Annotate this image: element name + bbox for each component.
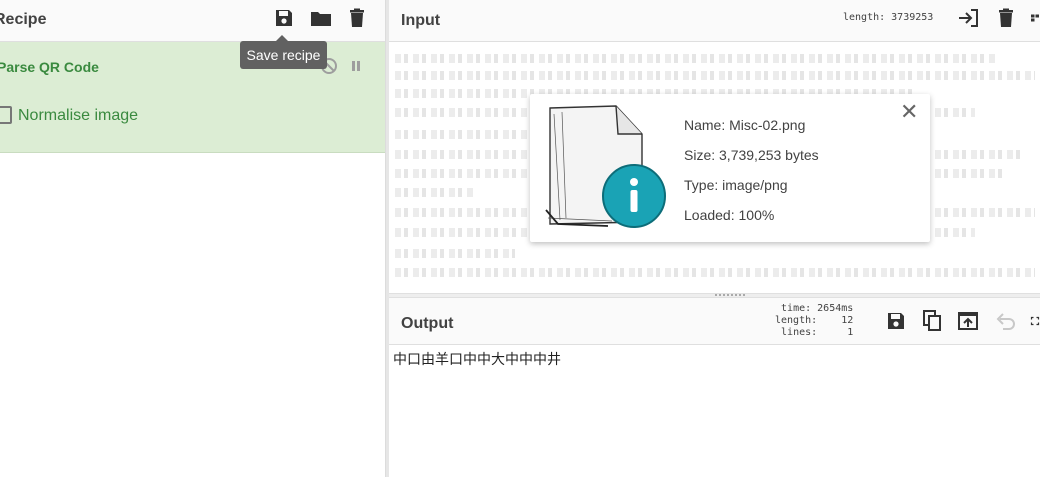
input-length-label: length: 3739253 <box>843 12 934 23</box>
output-length: length: 12 <box>775 315 854 326</box>
file-info-icon <box>538 100 673 239</box>
save-output-icon[interactable] <box>885 310 907 332</box>
operation-title: Parse QR Code <box>0 59 99 75</box>
recipe-title: Recipe <box>0 11 47 28</box>
add-input-icon[interactable] <box>957 7 979 29</box>
output-lines: lines: 1 <box>781 327 854 338</box>
file-name: Name: Misc-02.png <box>684 117 806 133</box>
normalise-image-label[interactable]: Normalise image <box>18 107 138 125</box>
output-stats: time: 2654ms length: 12 lines: 1 <box>775 303 853 339</box>
copy-output-icon[interactable] <box>921 310 943 332</box>
file-size: Size: 3,739,253 bytes <box>684 147 819 163</box>
save-recipe-icon[interactable] <box>273 7 295 29</box>
undo-icon[interactable] <box>994 310 1016 332</box>
maximise-output-icon[interactable] <box>1030 310 1040 332</box>
file-loaded: Loaded: 100% <box>684 207 775 223</box>
input-header <box>389 0 1040 42</box>
clear-input-trash-icon[interactable] <box>995 7 1017 29</box>
load-recipe-folder-icon[interactable] <box>310 7 332 29</box>
layout-grid-icon[interactable] <box>1030 7 1040 29</box>
clear-recipe-trash-icon[interactable] <box>346 7 368 29</box>
output-time: time: 2654ms <box>781 303 854 314</box>
breakpoint-pause-icon[interactable] <box>345 55 367 77</box>
normalise-image-checkbox[interactable] <box>0 106 12 124</box>
file-type: Type: image/png <box>684 177 788 193</box>
close-file-info-icon[interactable]: ✕ <box>900 101 918 123</box>
input-title: Input <box>401 12 441 29</box>
save-recipe-tooltip: Save recipe <box>240 35 327 69</box>
output-title: Output <box>401 315 454 332</box>
io-resize-grip[interactable] <box>715 294 745 296</box>
replace-input-with-output-icon[interactable] <box>957 310 979 332</box>
output-text[interactable]: 中口由羊口中中大中中中井 <box>393 349 561 369</box>
